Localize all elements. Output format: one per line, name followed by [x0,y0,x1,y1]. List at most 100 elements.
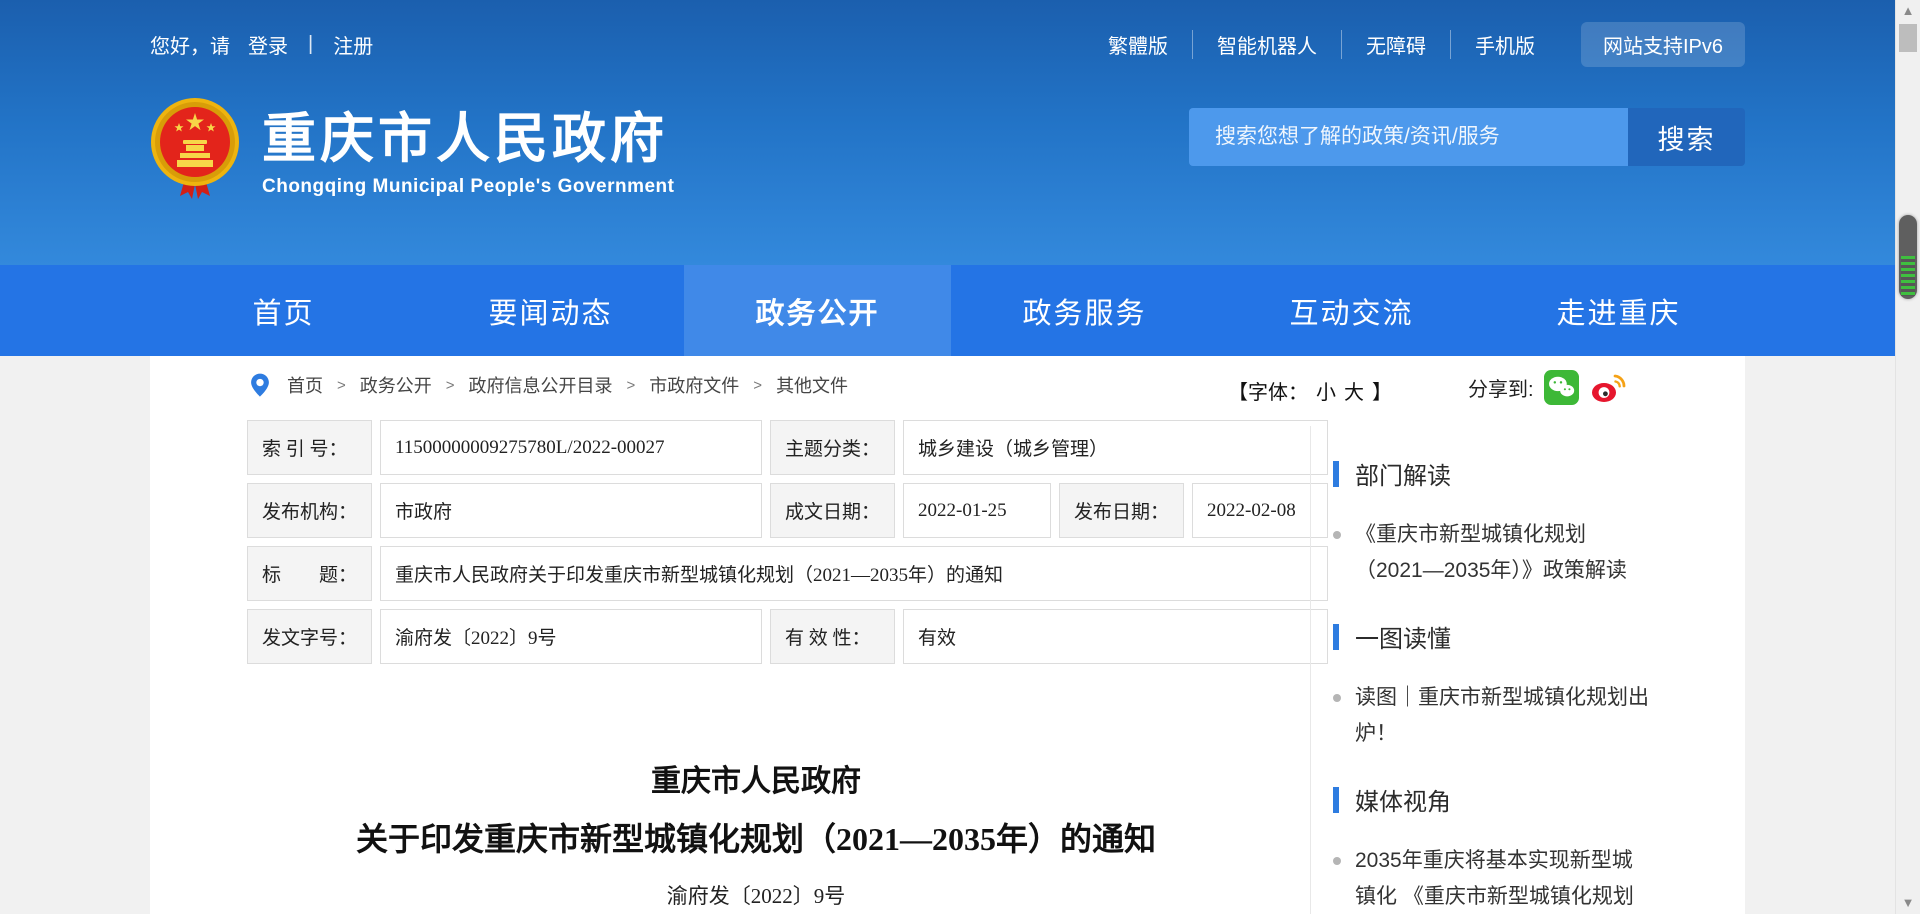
account-area: 您好，请 登录 | 注册 [150,30,373,59]
list-item[interactable]: 读图｜重庆市新型城镇化规划出炉！ [1333,680,1713,752]
weibo-share-icon[interactable] [1589,370,1627,405]
traditional-chinese-link[interactable]: 繁體版 [1084,30,1192,59]
site-header: 您好，请 登录 | 注册 繁體版 智能机器人 无障碍 手机版 网站支持IPv6 [0,0,1895,265]
sidebar-section-media-view: 媒体视角 2035年重庆将基本实现新型城镇化 《重庆市新型城镇化规划（2021—… [1333,782,1713,914]
breadcrumb-other-documents[interactable]: 其他文件 [776,372,848,398]
register-link[interactable]: 注册 [333,30,373,59]
brand-text: 重庆市人民政府 Chongqing Municipal People's Gov… [262,96,675,200]
nav-item-interaction[interactable]: 互动交流 [1218,265,1485,356]
login-link[interactable]: 登录 [248,30,288,59]
page: 您好，请 登录 | 注册 繁體版 智能机器人 无障碍 手机版 网站支持IPv6 [0,0,1920,914]
table-row: 发文字号： 渝府发〔2022〕9号 有 效 性： 有效 [247,609,1328,664]
document-number-label: 发文字号： [247,609,372,664]
font-larger-button[interactable]: 大 [1344,376,1364,405]
main-nav: 首页 要闻动态 政务公开 政务服务 互动交流 走进重庆 [0,265,1895,356]
breadcrumb-separator: > [337,377,346,394]
site-title: 重庆市人民政府 [262,110,675,168]
ipv6-badge[interactable]: 网站支持IPv6 [1581,22,1745,67]
written-date-value: 2022-01-25 [903,483,1051,538]
content-sidebar-divider [1310,426,1311,914]
utility-links: 繁體版 智能机器人 无障碍 手机版 网站支持IPv6 [1084,22,1745,67]
share-label: 分享到: [1468,373,1534,402]
site-title-english: Chongqing Municipal People's Government [262,176,675,198]
page-scrollbar[interactable]: ▲ ▼ [1895,0,1920,914]
document-metadata-table: 索 引 号： 11500000009275780L/2022-00027 主题分… [239,412,1336,672]
breadcrumb-municipal-documents[interactable]: 市政府文件 [649,372,739,398]
bullet-dot-icon [1333,531,1341,539]
sidebar-section-infographic: 一图读懂 读图｜重庆市新型城镇化规划出炉！ [1333,619,1713,752]
document-number-line: 渝府发〔2022〕9号 [247,880,1265,910]
list-item[interactable]: 2035年重庆将基本实现新型城镇化 《重庆市新型城镇化规划（2021—2035年… [1333,843,1713,914]
accessibility-link[interactable]: 无障碍 [1341,30,1450,59]
location-pin-icon [247,372,273,398]
section-title-text: 一图读懂 [1355,619,1451,654]
breadcrumb-home[interactable]: 首页 [287,372,323,398]
font-smaller-button[interactable]: 小 [1316,376,1336,405]
sidebar-section-title: 媒体视角 [1333,782,1713,817]
index-number-value: 11500000009275780L/2022-00027 [380,420,762,475]
publish-date-value: 2022-02-08 [1192,483,1328,538]
top-utility-bar: 您好，请 登录 | 注册 繁體版 智能机器人 无障碍 手机版 网站支持IPv6 [150,24,1745,64]
document-issuer-heading: 重庆市人民政府 [247,756,1265,800]
nav-item-gov-info-disclosure[interactable]: 政务公开 [684,265,951,356]
breadcrumb-separator: > [446,377,455,394]
mobile-version-link[interactable]: 手机版 [1450,30,1559,59]
section-accent-bar [1333,624,1339,650]
main-nav-items: 首页 要闻动态 政务公开 政务服务 互动交流 走进重庆 [150,265,1752,356]
font-label: 【字体： [1228,376,1308,405]
search-input[interactable] [1189,108,1628,166]
publish-date-label: 发布日期： [1059,483,1184,538]
bullet-dot-icon [1333,857,1341,865]
sidebar-link-text: 读图｜重庆市新型城镇化规划出炉！ [1355,680,1651,752]
topic-category-value: 城乡建设（城乡管理） [903,420,1328,475]
validity-value: 有效 [903,609,1328,664]
site-brand[interactable]: 重庆市人民政府 Chongqing Municipal People's Gov… [150,96,675,200]
scrollbar-thumb[interactable] [1899,24,1917,52]
sidebar-section-title: 一图读懂 [1333,619,1713,654]
font-size-control: 【字体： 小 大 】 [1228,376,1392,405]
nav-item-news[interactable]: 要闻动态 [417,265,684,356]
section-title-text: 部门解读 [1355,456,1451,491]
table-row: 发布机构： 市政府 成文日期： 2022-01-25 发布日期： 2022-02… [247,483,1328,538]
wechat-share-icon[interactable] [1544,370,1579,405]
bullet-dot-icon [1333,694,1341,702]
table-row: 索 引 号： 11500000009275780L/2022-00027 主题分… [247,420,1328,475]
issuing-agency-value: 市政府 [380,483,762,538]
search-button[interactable]: 搜索 [1628,108,1745,166]
title-value: 重庆市人民政府关于印发重庆市新型城镇化规划（2021—2035年）的通知 [380,546,1328,601]
nav-item-gov-services[interactable]: 政务服务 [951,265,1218,356]
section-accent-bar [1333,787,1339,813]
scroll-down-arrow-icon[interactable]: ▼ [1896,896,1920,910]
breadcrumb-gov-disclosure[interactable]: 政务公开 [360,372,432,398]
sidebar-section-department-interpretation: 部门解读 《重庆市新型城镇化规划（2021—2035年）》政策解读 [1333,456,1713,589]
document-number-value: 渝府发〔2022〕9号 [380,609,762,664]
national-emblem-logo [150,96,240,200]
sidebar-link-text: 2035年重庆将基本实现新型城镇化 《重庆市新型城镇化规划（2021—2035年… [1355,843,1651,914]
chatbot-link[interactable]: 智能机器人 [1192,30,1341,59]
title-label: 标 题： [247,546,372,601]
greeting-text: 您好，请 [150,30,230,59]
related-sidebar: 部门解读 《重庆市新型城镇化规划（2021—2035年）》政策解读 一图读懂 读… [1333,456,1713,914]
topic-category-label: 主题分类： [770,420,895,475]
section-title-text: 媒体视角 [1355,782,1451,817]
font-label-close: 】 [1372,376,1392,405]
breadcrumb-disclosure-directory[interactable]: 政府信息公开目录 [469,372,613,398]
table-row: 标 题： 重庆市人民政府关于印发重庆市新型城镇化规划（2021—2035年）的通… [247,546,1328,601]
share-bar: 分享到: [1468,370,1627,405]
issuing-agency-label: 发布机构： [247,483,372,538]
document-title-heading: 关于印发重庆市新型城镇化规划（2021—2035年）的通知 [247,814,1265,860]
site-search: 搜索 [1189,108,1745,166]
green-indicator-widget [1899,215,1917,299]
green-stripes-icon [1901,256,1915,296]
nav-item-about-chongqing[interactable]: 走进重庆 [1485,265,1752,356]
breadcrumb: 首页 > 政务公开 > 政府信息公开目录 > 市政府文件 > 其他文件 [247,372,848,398]
breadcrumb-separator: > [627,377,636,394]
list-item[interactable]: 《重庆市新型城镇化规划（2021—2035年）》政策解读 [1333,517,1713,589]
validity-label: 有 效 性： [770,609,895,664]
section-accent-bar [1333,461,1339,487]
scroll-up-arrow-icon[interactable]: ▲ [1896,4,1920,18]
nav-item-home[interactable]: 首页 [150,265,417,356]
index-number-label: 索 引 号： [247,420,372,475]
sidebar-link-text: 《重庆市新型城镇化规划（2021—2035年）》政策解读 [1355,517,1651,589]
content-container: 首页 > 政务公开 > 政府信息公开目录 > 市政府文件 > 其他文件 【字体：… [150,356,1745,914]
